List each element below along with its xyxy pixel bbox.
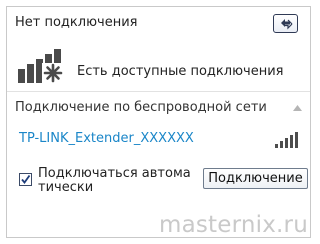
watermark: masternix.ru xyxy=(158,212,308,238)
auto-connect-label[interactable]: Подключаться автома тически xyxy=(38,167,208,195)
network-refresh-icon xyxy=(281,19,293,30)
wifi-network-ssid[interactable]: TP-LINK_Extender_XXXXXX xyxy=(19,131,194,146)
checkmark-icon xyxy=(21,174,31,184)
available-connections-text: Есть доступные подключения xyxy=(77,64,284,79)
connection-status-title: Нет подключения xyxy=(15,15,138,30)
divider xyxy=(7,91,310,92)
caret-up-icon[interactable] xyxy=(293,105,302,111)
network-flyout-panel: Нет подключения Есть доступные подключен… xyxy=(6,6,311,238)
network-refresh-button[interactable] xyxy=(273,14,298,33)
auto-connect-checkbox[interactable] xyxy=(19,173,32,186)
signal-bars-star-icon xyxy=(18,49,64,83)
wireless-section-title[interactable]: Подключение по беспроводной сети xyxy=(15,100,267,115)
signal-strength-icon xyxy=(275,132,298,148)
connect-button[interactable]: Подключение xyxy=(203,168,308,189)
